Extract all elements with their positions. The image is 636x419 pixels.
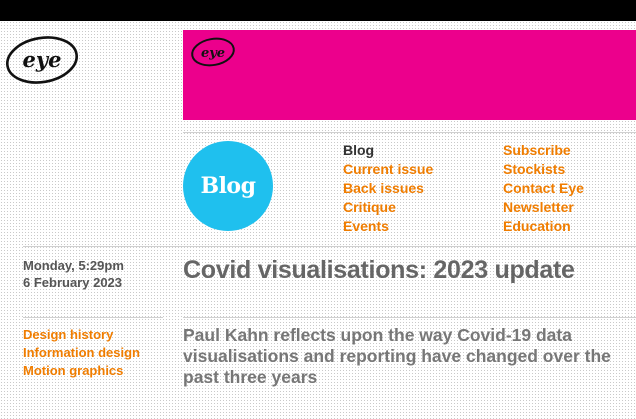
logo-text: eye: [23, 47, 62, 72]
nav-item-subscribe[interactable]: Subscribe: [503, 141, 584, 160]
tag-information-design[interactable]: Information design: [23, 344, 140, 362]
nav-item-stockists[interactable]: Stockists: [503, 160, 584, 179]
nav-item-education[interactable]: Education: [503, 217, 584, 236]
banner-logo-text: eye: [201, 46, 225, 61]
section-badge[interactable]: Blog: [183, 141, 273, 231]
nav-item-critique[interactable]: Critique: [343, 198, 433, 217]
nav-item-back-issues[interactable]: Back issues: [343, 179, 433, 198]
article-tags: Design history Information design Motion…: [23, 326, 140, 380]
divider: [23, 317, 163, 318]
main-nav-secondary: Subscribe Stockists Contact Eye Newslett…: [503, 141, 584, 236]
section-badge-label: Blog: [200, 173, 256, 199]
article-date: Monday, 5:29pm 6 February 2023: [23, 257, 124, 291]
nav-item-newsletter[interactable]: Newsletter: [503, 198, 584, 217]
article-title: Covid visualisations: 2023 update: [183, 256, 575, 284]
tag-design-history[interactable]: Design history: [23, 326, 140, 344]
divider: [23, 246, 636, 247]
article-standfirst: Paul Kahn reflects upon the way Covid-19…: [183, 325, 611, 387]
nav-item-contact-eye[interactable]: Contact Eye: [503, 179, 584, 198]
eye-logo-icon[interactable]: eye: [4, 34, 82, 86]
tag-motion-graphics[interactable]: Motion graphics: [23, 362, 140, 380]
article-date-day: 6 February 2023: [23, 275, 123, 290]
article-date-time: Monday, 5:29pm: [23, 258, 124, 273]
ad-banner[interactable]: eye: [183, 30, 636, 120]
nav-item-blog[interactable]: Blog: [343, 141, 433, 160]
divider: [183, 317, 636, 318]
top-bar: [0, 0, 636, 21]
main-nav-primary: Blog Current issue Back issues Critique …: [343, 141, 433, 236]
nav-item-events[interactable]: Events: [343, 217, 433, 236]
banner-eye-logo-icon: eye: [191, 37, 235, 67]
divider: [183, 132, 636, 133]
nav-item-current-issue[interactable]: Current issue: [343, 160, 433, 179]
